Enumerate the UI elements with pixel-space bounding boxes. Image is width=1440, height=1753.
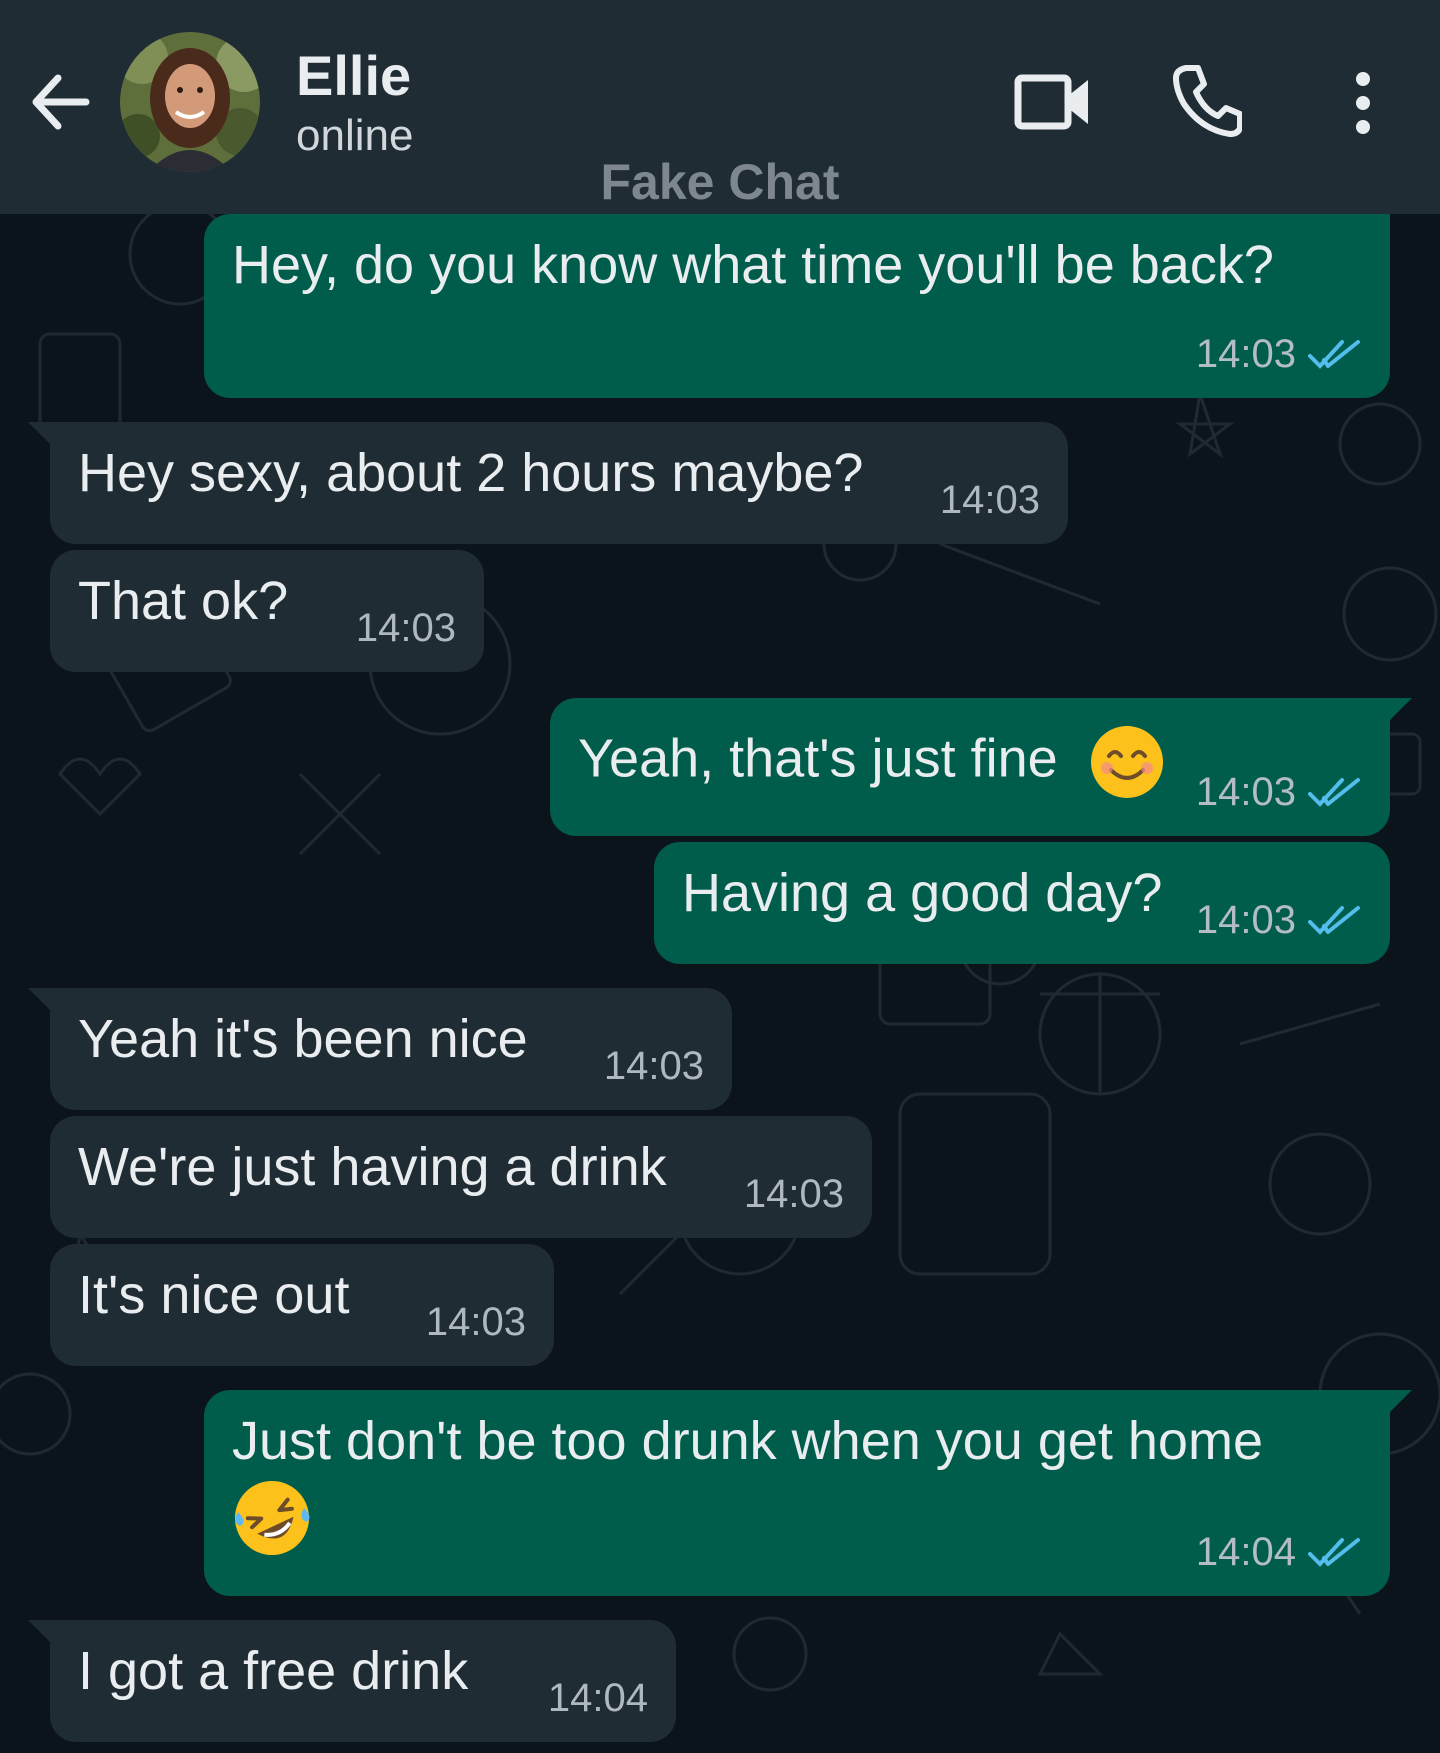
message-meta: 14:03 [1196, 898, 1362, 942]
message-meta: 14:03 [1196, 332, 1362, 376]
message-bubble-incoming[interactable]: Hey sexy, about 2 hours maybe? 14:03 [28, 422, 1068, 544]
bubble-tail [1382, 698, 1412, 728]
double-check-icon [1308, 906, 1360, 935]
contact-name[interactable]: Ellie [296, 44, 411, 108]
message-text: We're just having a drink [78, 1137, 667, 1197]
message-time: 14:04 [1195, 1530, 1296, 1574]
rolling-laughing-emoji [235, 1481, 310, 1555]
message-meta: 14:03 [940, 478, 1040, 522]
message-bubble-outgoing[interactable]: Having a good day? 14:03 [654, 842, 1390, 964]
message-time: 14:03 [1195, 898, 1296, 942]
message-bubble-outgoing[interactable]: Just don't be too drunk when you get hom… [204, 1390, 1412, 1596]
message-bubble-incoming[interactable]: That ok? 14:03 [50, 550, 484, 672]
message-time: 14:03 [425, 1300, 526, 1344]
message-meta: 14:03 [744, 1172, 844, 1216]
video-call-icon[interactable] [1014, 70, 1090, 134]
message-time: 14:03 [939, 478, 1040, 522]
message-bubble-incoming[interactable]: I got a free drink 14:04 [28, 1620, 676, 1742]
message-meta: 14:03 [356, 606, 456, 650]
message-text: Hey, do you know what time you'll be bac… [232, 235, 1274, 295]
smiling-face-emoji [1090, 726, 1163, 798]
message-text: Yeah it's been nice [78, 1009, 528, 1069]
chat-area: Hey, do you know what time you'll be bac… [0, 214, 1440, 1753]
message-time: 14:03 [355, 606, 456, 650]
message-text: Yeah, that's just fine [578, 728, 1058, 789]
message-meta: 14:03 [604, 1044, 704, 1088]
message-time: 14:03 [1195, 770, 1296, 814]
message-bubble-incoming[interactable]: Yeah it's been nice 14:03 [28, 988, 732, 1110]
bubble-tail [1382, 1390, 1412, 1420]
message-text: Having a good day? [682, 863, 1163, 923]
back-arrow-icon[interactable] [28, 64, 92, 140]
bubble-tail [28, 988, 58, 1018]
message-meta: 14:03 [426, 1300, 526, 1344]
double-check-icon [1308, 340, 1360, 369]
watermark-text: Fake Chat [600, 154, 840, 210]
message-time: 14:03 [743, 1172, 844, 1216]
message-text: It's nice out [78, 1265, 350, 1325]
message-time: 14:04 [547, 1676, 648, 1720]
message-bubble-incoming[interactable]: It's nice out 14:03 [50, 1244, 554, 1366]
message-text: Hey sexy, about 2 hours maybe? [78, 443, 864, 503]
avatar[interactable] [120, 32, 260, 172]
message-bubble-incoming[interactable]: We're just having a drink 14:03 [50, 1116, 872, 1238]
message-text: I got a free drink [78, 1641, 469, 1701]
message-time: 14:03 [603, 1044, 704, 1088]
message-meta: 14:04 [1196, 1530, 1362, 1574]
double-check-icon [1308, 778, 1360, 807]
message-text: That ok? [78, 571, 289, 631]
bubble-tail [28, 422, 58, 452]
phone-icon[interactable] [1172, 64, 1242, 138]
bubble-tail [28, 1620, 58, 1650]
message-meta: 14:03 [1196, 770, 1362, 814]
double-check-icon [1308, 1538, 1360, 1567]
more-vertical-icon[interactable] [1346, 70, 1380, 136]
message-bubble-outgoing[interactable]: Yeah, that's just fine 14:03 [550, 698, 1412, 836]
message-bubble-outgoing[interactable]: Hey, do you know what time you'll be bac… [204, 214, 1390, 398]
message-meta: 14:04 [548, 1676, 648, 1720]
message-text: Just don't be too drunk when you get hom… [232, 1411, 1263, 1471]
message-time: 14:03 [1195, 332, 1296, 376]
